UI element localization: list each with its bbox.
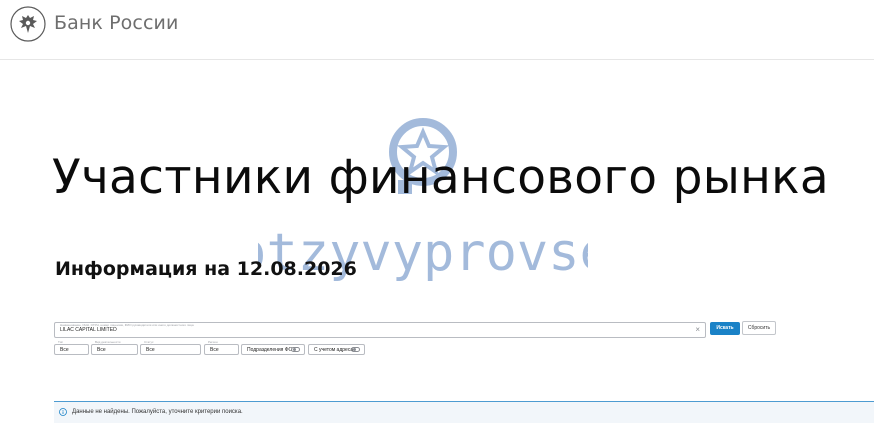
notice-text: Данные не найдены. Пожалуйста, уточните … [72,409,243,415]
filter-label: Вид деятельности [95,340,121,344]
filter-label: Статус [144,340,154,344]
double-headed-eagle-logo-icon[interactable] [10,6,46,42]
filter-type-select[interactable]: Тип Все [54,340,89,355]
toggle-address[interactable]: С учетом адреса [308,344,365,355]
info-date: Информация на 12.08.2026 [55,258,357,280]
toggle-label: С учетом адреса [314,347,354,353]
filter-label: Тип [58,340,64,344]
watermark: otzyvyprovse [258,118,588,283]
filter-value: Все [97,347,106,353]
toggle-switch-icon[interactable] [351,347,360,352]
page-title: Участники финансового рынка [52,150,829,205]
site-header: Банк России [0,0,874,60]
filter-activity-select[interactable]: Вид деятельности Все [91,340,138,355]
info-icon [59,408,67,416]
clear-icon[interactable]: × [695,326,700,334]
no-results-notice: Данные не найдены. Пожалуйста, уточните … [54,401,874,423]
filter-status-select[interactable]: Статус Все [140,340,201,355]
reset-button[interactable]: Сбросить [742,321,776,335]
filter-label: Регион [208,340,218,344]
filter-value: Все [60,347,69,353]
filter-value: Все [210,347,219,353]
brand-name[interactable]: Банк России [54,12,178,34]
filter-value: Все [146,347,155,353]
toggle-label: Подразделения ФО [247,347,293,353]
toggle-switch-icon[interactable] [291,347,300,352]
search-input[interactable]: Наименование, ИНН, ОГРН, номер лицензии,… [54,322,706,338]
filter-region-select[interactable]: Регион Все [204,340,239,355]
toggle-branches[interactable]: Подразделения ФО [241,344,305,355]
search-input-value: LILAC CAPITAL LIMITED [60,327,117,333]
find-button[interactable]: Искать [710,322,740,335]
